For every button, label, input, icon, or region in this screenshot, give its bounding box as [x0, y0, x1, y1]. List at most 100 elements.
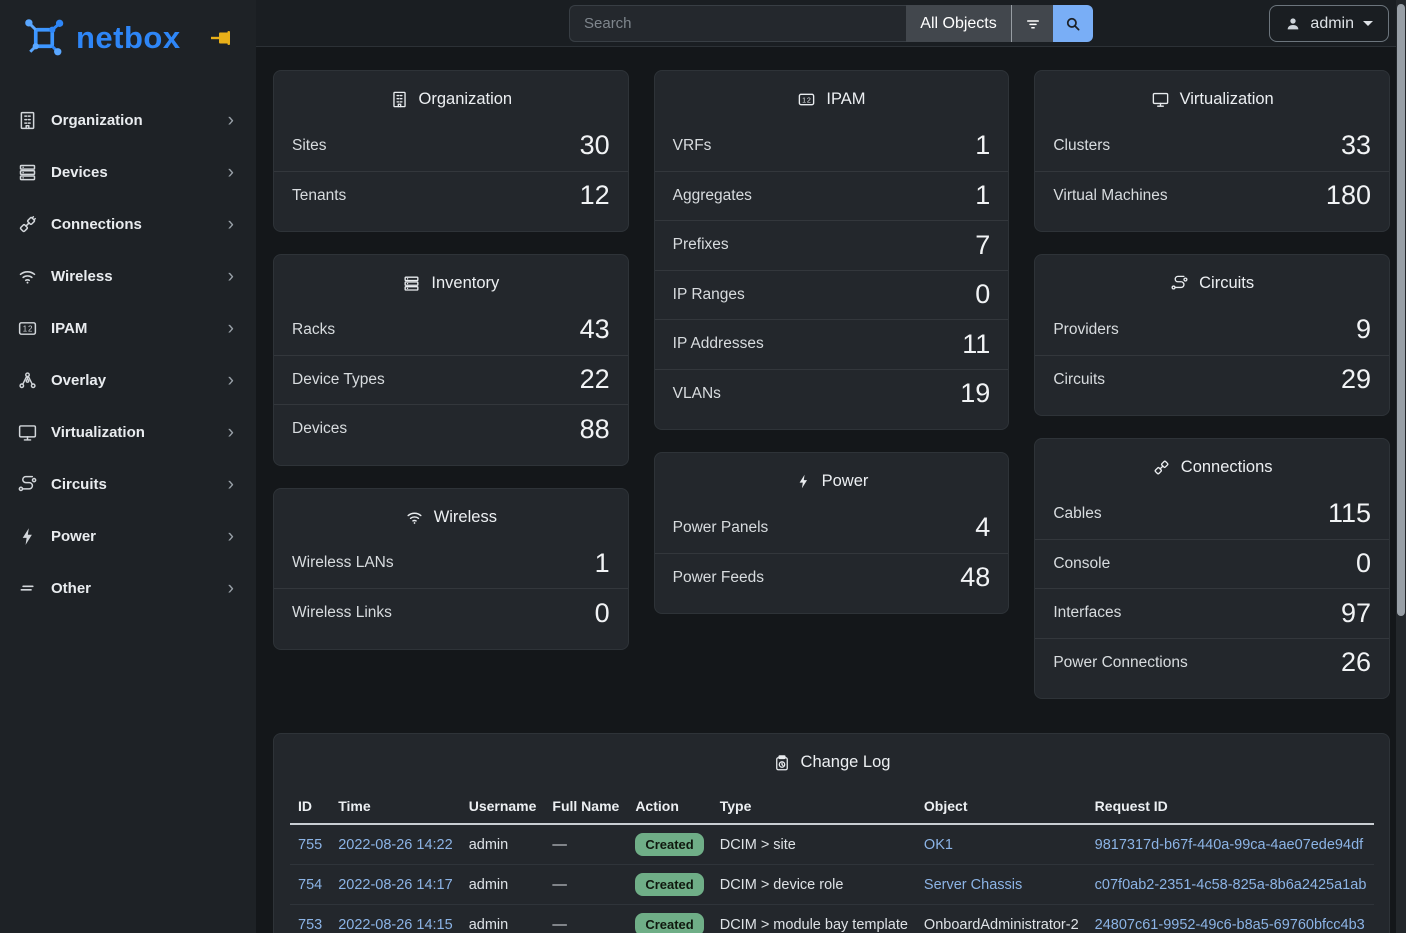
stat-row-tenants[interactable]: Tenants 12 — [274, 171, 628, 221]
scrollbar-track[interactable] — [1396, 0, 1406, 933]
sidebar-item-overlay[interactable]: Overlay › — [0, 354, 256, 406]
column-header-username: Username — [461, 790, 545, 824]
stat-row-wireless-lans[interactable]: Wireless LANs 1 — [274, 539, 628, 589]
stat-row-ip-addresses[interactable]: IP Addresses 11 — [655, 319, 1009, 369]
bolt-icon — [795, 473, 812, 490]
change-id-link[interactable]: 754 — [298, 877, 322, 893]
filter-button[interactable] — [1011, 5, 1053, 42]
stat-row-providers[interactable]: Providers 9 — [1035, 305, 1389, 355]
stat-row-cables[interactable]: Cables 115 — [1035, 489, 1389, 539]
change-id-link[interactable]: 753 — [298, 917, 322, 933]
card-title: Organization — [419, 90, 513, 109]
change-time-link[interactable]: 2022-08-26 14:22 — [338, 837, 453, 853]
stat-row-ip-ranges[interactable]: IP Ranges 0 — [655, 270, 1009, 320]
card-header: Inventory — [274, 255, 628, 305]
sidebar-item-organization[interactable]: Organization › — [0, 94, 256, 146]
stat-row-vrfs[interactable]: VRFs 1 — [655, 121, 1009, 171]
request-id-link[interactable]: 9817317d-b67f-440a-99ca-4ae07ede94df — [1095, 837, 1363, 853]
card-body: Providers 9 Circuits 29 — [1035, 305, 1389, 415]
column-header-request-id: Request ID — [1087, 790, 1375, 824]
card-wireless: Wireless Wireless LANs 1 Wireless Links … — [273, 488, 629, 650]
user-menu-button[interactable]: admin — [1269, 5, 1389, 42]
card-title: Wireless — [434, 508, 497, 527]
brand-wordmark[interactable]: netbox — [76, 20, 181, 56]
stat-value: 22 — [580, 364, 610, 395]
sidebar-item-virtualization[interactable]: Virtualization › — [0, 406, 256, 458]
stat-row-racks[interactable]: Racks 43 — [274, 305, 628, 355]
sidebar-item-devices[interactable]: Devices › — [0, 146, 256, 198]
stat-row-devices[interactable]: Devices 88 — [274, 404, 628, 454]
stat-row-aggregates[interactable]: Aggregates 1 — [655, 171, 1009, 221]
chevron-right-icon: › — [228, 371, 234, 390]
sidebar-item-ipam[interactable]: 1 2 IPAM › — [0, 302, 256, 354]
stat-row-power-connections[interactable]: Power Connections 26 — [1035, 638, 1389, 688]
rack-icon — [402, 274, 421, 293]
stat-row-circuits[interactable]: Circuits 29 — [1035, 355, 1389, 405]
wifi-icon — [14, 265, 40, 287]
search-submit-button[interactable] — [1053, 5, 1093, 42]
card-ipam: 1 2 IPAM VRFs 1 A — [654, 70, 1010, 430]
username-cell: admin — [469, 877, 509, 893]
grid-column-2: 1 2 IPAM VRFs 1 A — [654, 70, 1010, 614]
pin-sidebar-button[interactable] — [206, 26, 236, 50]
sidebar-item-other[interactable]: Other › — [0, 562, 256, 614]
stat-row-vlans[interactable]: VLANs 19 — [655, 369, 1009, 419]
sidebar-item-connections[interactable]: Connections › — [0, 198, 256, 250]
stat-row-interfaces[interactable]: Interfaces 97 — [1035, 588, 1389, 638]
table-row: 754 2022-08-26 14:17 admin — Created DCI… — [290, 865, 1374, 905]
topbar: All Objects — [256, 0, 1406, 47]
change-time-link[interactable]: 2022-08-26 14:15 — [338, 917, 453, 933]
change-time-link[interactable]: 2022-08-26 14:17 — [338, 877, 453, 893]
card-connections: Connections Cables 115 Console 0 — [1034, 438, 1390, 699]
sidebar-item-label: Wireless — [51, 268, 113, 285]
chevron-right-icon: › — [228, 527, 234, 546]
netbox-logo-icon[interactable] — [22, 16, 66, 60]
graph-icon — [14, 369, 40, 391]
search-scope-button[interactable]: All Objects — [906, 5, 1011, 42]
stat-row-power-feeds[interactable]: Power Feeds 48 — [655, 553, 1009, 603]
sidebar-nav: Organization › Devices › — [0, 70, 256, 614]
request-id-link[interactable]: 24807c61-9952-49c6-b8a5-69760bfcc4b3 — [1095, 917, 1365, 933]
search-scope-label: All Objects — [920, 15, 996, 32]
stat-row-console[interactable]: Console 0 — [1035, 539, 1389, 589]
change-id-link[interactable]: 755 — [298, 837, 322, 853]
stat-label: VLANs — [673, 385, 721, 403]
stat-row-power-panels[interactable]: Power Panels 4 — [655, 503, 1009, 553]
stat-row-sites[interactable]: Sites 30 — [274, 121, 628, 171]
stat-value: 33 — [1341, 130, 1371, 161]
sidebar: netbox Organiz — [0, 0, 256, 933]
stat-value: 0 — [975, 279, 990, 310]
stat-row-prefixes[interactable]: Prefixes 7 — [655, 220, 1009, 270]
svg-text:2: 2 — [807, 96, 811, 104]
card-header: Power — [655, 453, 1009, 503]
card-header: Wireless — [274, 489, 628, 539]
stat-value: 4 — [975, 512, 990, 543]
dashboard-content: Organization Sites 30 Tenants 12 — [256, 47, 1406, 933]
wifi-icon — [405, 508, 424, 527]
object-link[interactable]: Server Chassis — [924, 877, 1022, 893]
stat-value: 29 — [1341, 364, 1371, 395]
sidebar-item-power[interactable]: Power › — [0, 510, 256, 562]
lines-icon — [14, 577, 40, 599]
stat-row-device-types[interactable]: Device Types 22 — [274, 355, 628, 405]
stat-row-wireless-links[interactable]: Wireless Links 0 — [274, 588, 628, 638]
stat-row-clusters[interactable]: Clusters 33 — [1035, 121, 1389, 171]
sidebar-item-circuits[interactable]: Circuits › — [0, 458, 256, 510]
stat-label: Device Types — [292, 371, 385, 389]
sidebar-item-label: Overlay — [51, 372, 106, 389]
object-link[interactable]: OK1 — [924, 837, 953, 853]
chevron-right-icon: › — [228, 579, 234, 598]
monitor-icon — [1151, 90, 1170, 109]
stat-label: Virtual Machines — [1053, 187, 1167, 205]
scrollbar-thumb[interactable] — [1397, 4, 1405, 616]
plug-connected-icon — [1152, 458, 1171, 477]
stat-value: 9 — [1356, 314, 1371, 345]
stat-row-virtual-machines[interactable]: Virtual Machines 180 — [1035, 171, 1389, 221]
card-title: Virtualization — [1180, 90, 1274, 109]
search-input[interactable] — [569, 5, 906, 42]
type-cell: DCIM > device role — [720, 877, 844, 893]
request-id-link[interactable]: c07f0ab2-2351-4c58-825a-8b6a2425a1ab — [1095, 877, 1367, 893]
stat-value: 26 — [1341, 647, 1371, 678]
sidebar-item-wireless[interactable]: Wireless › — [0, 250, 256, 302]
card-body: VRFs 1 Aggregates 1 Prefixes 7 — [655, 121, 1009, 429]
